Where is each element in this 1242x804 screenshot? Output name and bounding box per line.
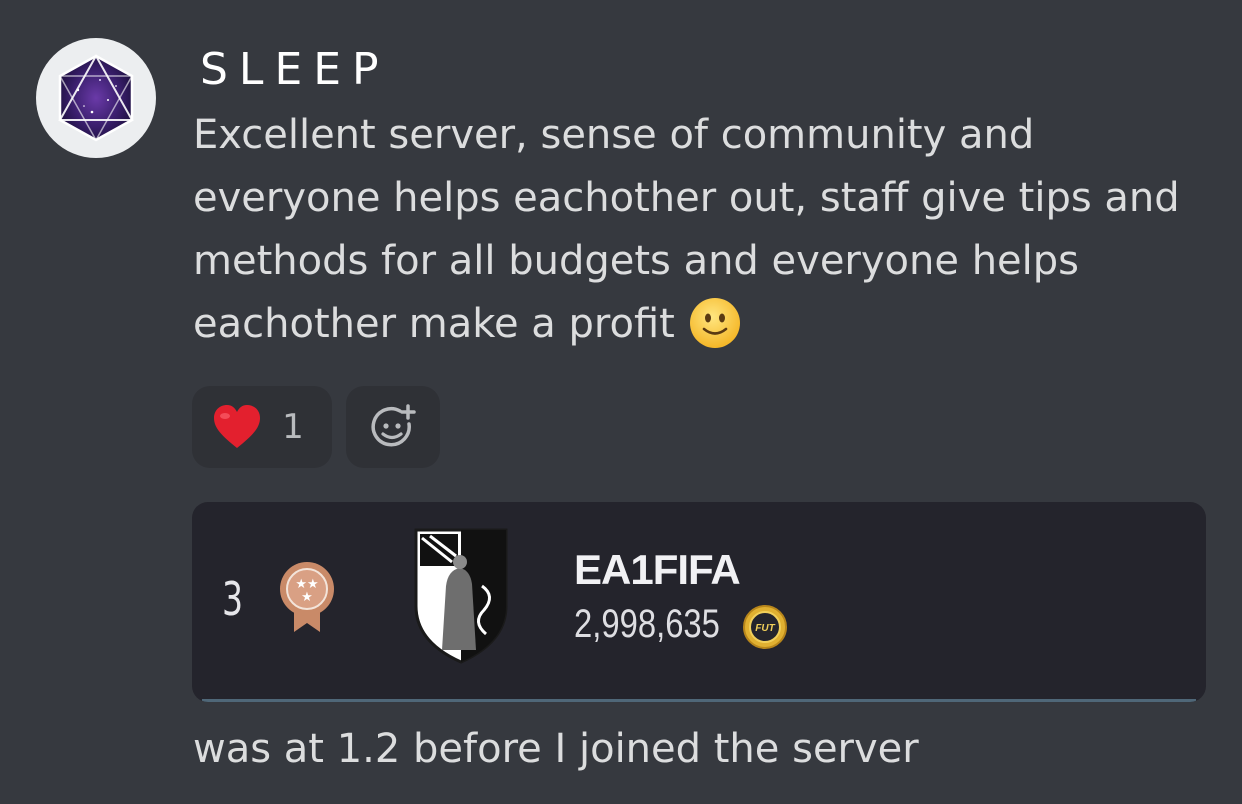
fut-coin-label: FUT bbox=[755, 623, 775, 634]
slightly-smiling-face-emoji bbox=[689, 298, 740, 348]
user-avatar[interactable] bbox=[36, 38, 156, 158]
followup-message: was at 1.2 before I joined the server bbox=[193, 726, 919, 772]
player-name: EA1FIFA bbox=[574, 546, 741, 593]
bronze-medal-icon: ★★ ★ bbox=[280, 562, 334, 632]
club-crest-icon bbox=[414, 528, 508, 664]
purple-d20-icon bbox=[58, 53, 134, 142]
message-line: everyone helps eachother out, staff give… bbox=[193, 175, 1180, 221]
message-line: Excellent server, sense of community and bbox=[193, 112, 1035, 158]
reaction-count: 1 bbox=[282, 407, 304, 447]
message-content: Excellent server, sense of community and… bbox=[193, 104, 1203, 356]
heart-reaction[interactable]: 1 bbox=[192, 386, 332, 468]
chat-message: SLEEP Excellent server, sense of communi… bbox=[0, 0, 1242, 804]
author-name[interactable]: SLEEP bbox=[200, 46, 390, 94]
player-coins: 2,998,635 bbox=[574, 602, 720, 646]
add-reaction-button[interactable] bbox=[346, 386, 440, 468]
leaderboard-card: 3 ★★ ★ EA1FIFA 2,998,635 FUT bbox=[192, 502, 1206, 702]
fut-coin-icon: FUT bbox=[743, 605, 787, 649]
svg-text:★: ★ bbox=[301, 590, 313, 605]
reactions-bar: 1 bbox=[192, 386, 440, 468]
rank-number: 3 bbox=[222, 572, 244, 626]
message-line-text: eachother make a profit bbox=[193, 301, 675, 347]
message-line-last: eachother make a profit bbox=[193, 293, 1203, 356]
red-heart-emoji bbox=[214, 405, 261, 448]
card-divider bbox=[202, 699, 1196, 702]
message-line: methods for all budgets and everyone hel… bbox=[193, 238, 1079, 284]
add-reaction-icon bbox=[371, 404, 416, 447]
